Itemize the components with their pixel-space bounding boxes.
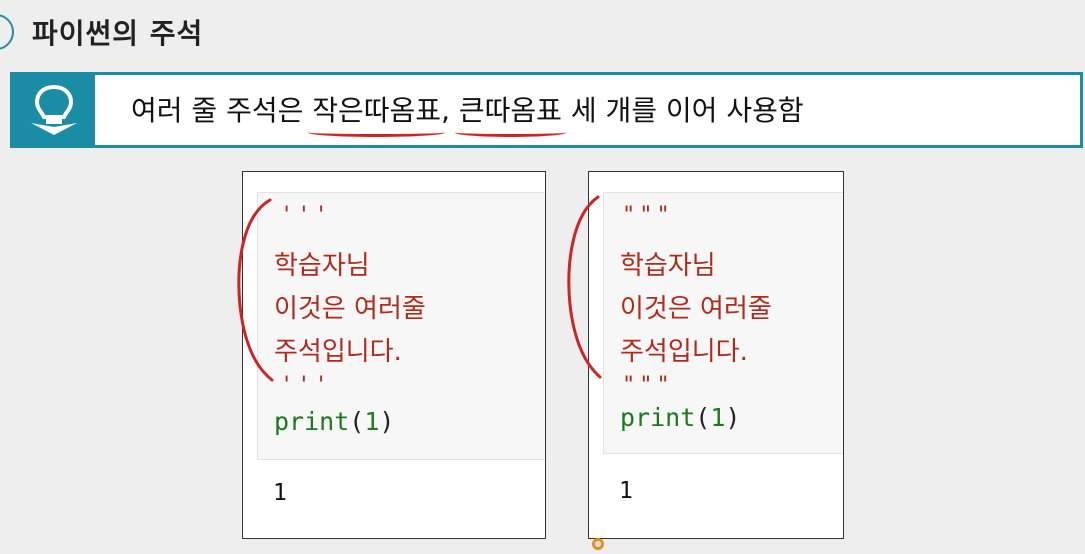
code-paren: ( [349,407,365,436]
comment-close-quote: ''' [280,373,332,398]
comment-close-quote: """ [622,373,674,398]
handwritten-bracket [237,198,274,382]
code-output: 1 [619,478,633,504]
lightbulb-icon [31,84,77,135]
code-paren: ( [695,403,711,432]
code-statement: print(1) [274,407,394,436]
code-paren: ) [379,407,395,436]
banner-text-after: 세 개를 이어 사용함 [561,94,804,127]
banner-icon-box [13,75,95,145]
code-paren: ) [725,403,741,432]
comment-line: 주석입니다. [620,337,748,367]
comment-line: 이것은 여러줄 [274,294,426,324]
code-statement: print(1) [620,403,740,432]
code-cell-single-quotes: ''' 학습자님 이것은 여러줄 주석입니다. ''' print(1) 1 [242,171,546,539]
code-input-area: ''' 학습자님 이것은 여러줄 주석입니다. ''' print(1) [257,192,545,460]
code-cell-double-quotes: """ 학습자님 이것은 여러줄 주석입니다. """ print(1) 1 [588,171,844,539]
banner-text: 여러 줄 주석은 작은따옴표, 큰따옴표 세 개를 이어 사용함 [131,89,804,137]
handwritten-bracket [567,195,602,379]
code-argument: 1 [710,403,726,432]
code-input-area: """ 학습자님 이것은 여러줄 주석입니다. """ print(1) [603,192,843,454]
banner-highlight-single-quote: 작은따옴표 [308,89,445,137]
comment-line: 주석입니다. [274,337,402,367]
key-point-banner: 여러 줄 주석은 작은따옴표, 큰따옴표 세 개를 이어 사용함 [10,72,1083,148]
code-output: 1 [273,480,287,506]
code-function: print [620,403,696,432]
comment-line: 학습자님 [274,251,370,281]
comment-line: 이것은 여러줄 [620,294,772,324]
banner-text-before: 여러 줄 주석은 [131,94,313,127]
banner-text-mid: , [441,94,459,127]
code-argument: 1 [364,407,380,436]
code-function: print [274,407,350,436]
pointer-marker [592,538,604,550]
page-title: 파이썬의 주석 [32,17,204,50]
comment-open-quote: ''' [280,203,332,228]
banner-highlight-double-quote: 큰따옴표 [454,89,566,137]
comment-open-quote: """ [622,203,674,228]
title-bullet-circle [0,14,14,50]
comment-line: 학습자님 [620,251,716,281]
